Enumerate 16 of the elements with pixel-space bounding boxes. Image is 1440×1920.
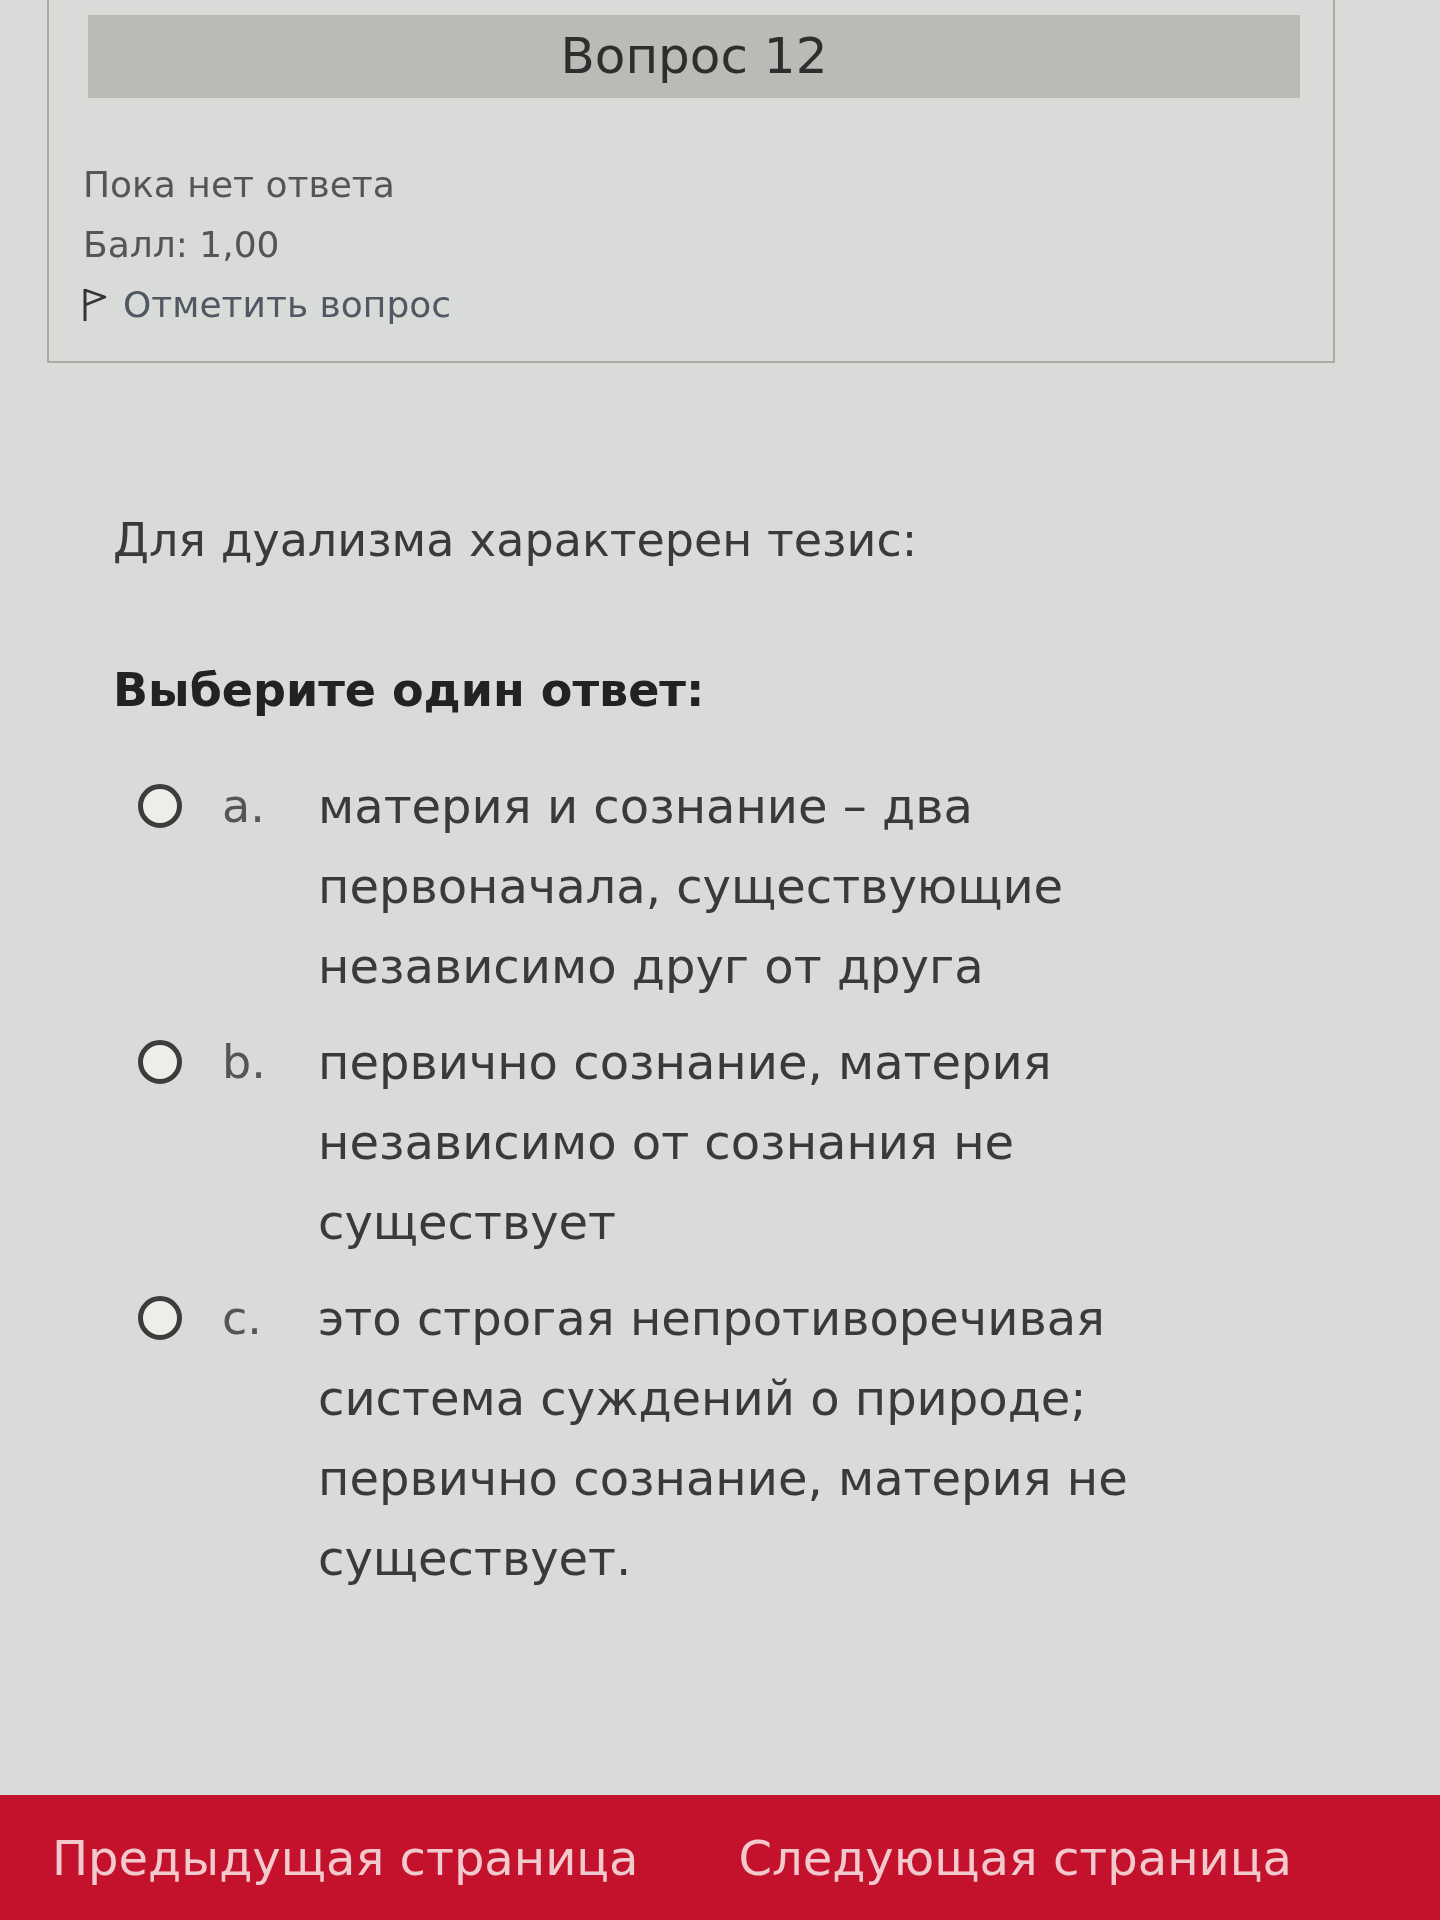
option-letter: a. bbox=[222, 778, 266, 835]
question-heading: Вопрос 12 bbox=[88, 15, 1300, 98]
option-letter: c. bbox=[222, 1290, 263, 1347]
answer-prompt: Выберите один ответ: bbox=[113, 662, 706, 719]
option-text[interactable]: это строгая непротиворечивая система суждений о природе; первично сознание, материя не существует. bbox=[318, 1278, 1218, 1598]
flag-icon[interactable] bbox=[83, 288, 107, 322]
answer-status: Пока нет ответа bbox=[83, 163, 396, 207]
flag-question-link[interactable]: Отметить вопрос bbox=[123, 275, 452, 335]
next-page-button[interactable]: Следующая страница bbox=[738, 1827, 1292, 1888]
radio-button[interactable] bbox=[138, 1296, 182, 1340]
question-grade: Балл: 1,00 bbox=[83, 223, 281, 267]
option-letter: b. bbox=[222, 1034, 267, 1091]
question-text: Для дуализма характерен тезис: bbox=[113, 512, 919, 569]
radio-button[interactable] bbox=[138, 1040, 182, 1084]
previous-page-button[interactable]: Предыдущая страница bbox=[52, 1827, 639, 1888]
radio-button[interactable] bbox=[138, 784, 182, 828]
